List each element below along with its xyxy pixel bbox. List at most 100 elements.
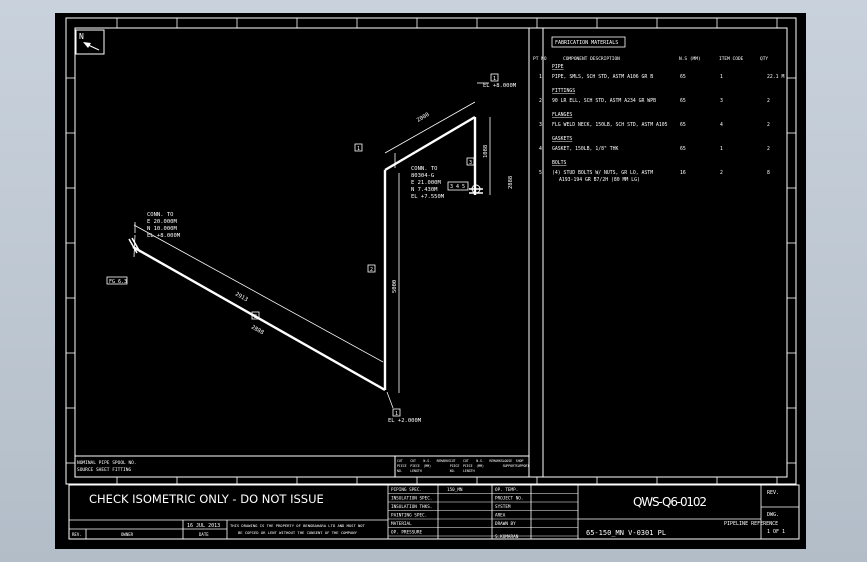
info-label: PROJECT NO. [495, 496, 523, 502]
col-item: ITEM CODE [719, 56, 744, 62]
cut-header-word: SHOP [516, 459, 524, 463]
pipe-route [132, 115, 477, 392]
dim-5: 1088 [483, 145, 489, 158]
spec-label: PAINTING SPEC. [391, 513, 427, 519]
cut-header-word: (MM) [423, 464, 431, 468]
table-cell-item: 1 [720, 146, 723, 152]
table-cell-ns: 65 [680, 98, 686, 104]
table-cell-qty: 8 [767, 170, 770, 176]
cut-header-word: (MM) [476, 464, 484, 468]
svg-text:N 10.000M: N 10.000M [147, 226, 177, 232]
pipe-run-3 [384, 115, 476, 172]
table-cell-ns: 65 [680, 74, 686, 80]
cut-header-word: LOOSE [503, 459, 513, 463]
north-arrow: N [75, 29, 105, 55]
svg-text:CONN. TO: CONN. TO [411, 166, 438, 172]
dim-3: 5000 [392, 280, 398, 293]
pt-mark: 1 [395, 411, 398, 417]
dwg-label: DWG. [767, 512, 779, 518]
pipeline-ref-label: PIPELINE REFERENCE [724, 521, 778, 527]
table-cell-qty: 2 [767, 146, 770, 152]
col-ns: N.S (MM) [679, 56, 701, 62]
cut-header-word: CUT [463, 459, 469, 463]
rev-label: REV. [767, 490, 779, 496]
drawn-by: S.KUMARAN [495, 534, 519, 540]
pt-mark: 2 [254, 314, 257, 320]
cut-header-word: LENGTH [410, 469, 422, 473]
spec-value: 150_MN [447, 487, 463, 493]
cut-header-word: PIECE [463, 464, 473, 468]
spec-label: PIPING SPEC. [391, 487, 422, 493]
table-section-heading: PIPE [552, 64, 564, 70]
cut-header-word: PIECE [450, 464, 460, 468]
table-cell-qty: 2 [767, 122, 770, 128]
spec-label: OP. PRESSURE [391, 530, 422, 536]
table-cell-desc: GASKET, 150LB, 1/8" THK [552, 146, 619, 152]
north-arrow-icon [83, 42, 91, 48]
cut-header-word: CUT [410, 459, 416, 463]
svg-text:E 20.000M: E 20.000M [147, 219, 177, 225]
svg-text:EL +8.000M: EL +8.000M [147, 233, 181, 239]
spec-label: MATERIAL [391, 521, 412, 527]
dim-2: 2888 [250, 325, 264, 337]
cut-header-word: CUT [450, 459, 456, 463]
col-qty: QTY [760, 56, 768, 62]
connection-note-left: CONN. TO E 20.000M N 10.000M EL +8.000M [147, 212, 181, 239]
table-cell-pt: 4 [539, 146, 542, 152]
table-cell-pt: 1 [539, 74, 542, 80]
dim-1: 2913 [234, 292, 248, 304]
table-section-heading: FITTINGS [552, 88, 575, 94]
drawing-number: QWS-Q6-0102 [633, 495, 707, 509]
pt-mark: 1 [357, 146, 360, 152]
table-cell-pt: 5 [539, 170, 542, 176]
table-cell-item: 1 [720, 74, 723, 80]
cut-header-word: PIECE [397, 464, 407, 468]
table-cell-ns: 65 [680, 122, 686, 128]
info-label: OP. TEMP. [495, 487, 518, 493]
table-cell-qty: 22.1 M [767, 74, 784, 80]
rev-col: REV. [72, 532, 82, 537]
notice-text: CHECK ISOMETRIC ONLY - DO NOT ISSUE [89, 492, 324, 506]
col-pt: PT NO [533, 56, 547, 62]
elevation-top: EL +8.000M [483, 83, 517, 89]
pt-mark: 2 [370, 267, 373, 273]
tag-left: FG 6.3 [109, 279, 127, 285]
cut-header-word: REMARKS [437, 459, 451, 463]
table-cell-desc: A193-194 GR B7/2H (80 MM LG) [559, 177, 640, 183]
svg-text:E 21.000M: E 21.000M [411, 180, 441, 186]
date-col: DATE [199, 532, 209, 537]
isometric-drawing: N CONN. TO E 20.000M N 10.000M EL +8.000… [65, 17, 800, 540]
cut-header-word: N.S. [476, 459, 484, 463]
table-cell-qty: 2 [767, 98, 770, 104]
table-cell-pt: 3 [539, 122, 542, 128]
legal-line-2: BE COPIED OR LENT WITHOUT THE CONSENT OF… [238, 530, 358, 535]
table-cell-item: 3 [720, 98, 723, 104]
cut-header-word: LENGTH [463, 469, 475, 473]
table-cell-desc: PIPE, SMLS, SCH STD, ASTM A106 GR B [552, 74, 653, 80]
legal-line-1: THIS DRAWING IS THE PROPERTY OF BENGBAHA… [230, 523, 366, 528]
spec-label: INSULATION THKS. [391, 504, 432, 510]
table-cell-desc: (4) STUD BOLTS W/ NUTS, GR LO, ASTM [552, 170, 653, 176]
cut-header-word: SUPPORT [516, 464, 530, 468]
line-ref: 65-150_MN V-0301 PL [586, 529, 666, 537]
note-2: SOURCE SHEET FITTING [77, 467, 131, 473]
dim-6: 2888 [508, 176, 514, 189]
north-label: N [79, 32, 84, 41]
info-label: SYSTEM [495, 504, 511, 510]
dim-4: 2000 [416, 112, 430, 124]
drawing-sheet: N CONN. TO E 20.000M N 10.000M EL +8.000… [55, 13, 806, 549]
table-cell-pt: 2 [539, 98, 542, 104]
owner-col: OWNER [121, 532, 134, 537]
material-table: FABRICATION MATERIALS PT NO COMPONENT DE… [533, 36, 784, 183]
cut-piece-headers: CUTPIECENO.CUTPIECELENGTHN.S.(MM)REMARKS… [397, 459, 529, 473]
inner-frame [74, 27, 788, 478]
sheet-number: 1 OF 1 [767, 529, 785, 535]
dimension-lines [133, 82, 491, 409]
svg-text:N 7.430M: N 7.430M [411, 187, 438, 193]
table-cell-desc: FLG WELD NECK, 150LB, SCH STD, ASTM A105 [552, 122, 668, 128]
tag-right: 3 4 5 [450, 184, 465, 190]
info-label: AREA [495, 513, 506, 519]
cut-header-word: NO. [450, 469, 456, 473]
connection-note-right: CONN. TO 80304-G E 21.000M N 7.430M EL +… [411, 166, 445, 200]
table-section-heading: BOLTS [552, 160, 567, 166]
